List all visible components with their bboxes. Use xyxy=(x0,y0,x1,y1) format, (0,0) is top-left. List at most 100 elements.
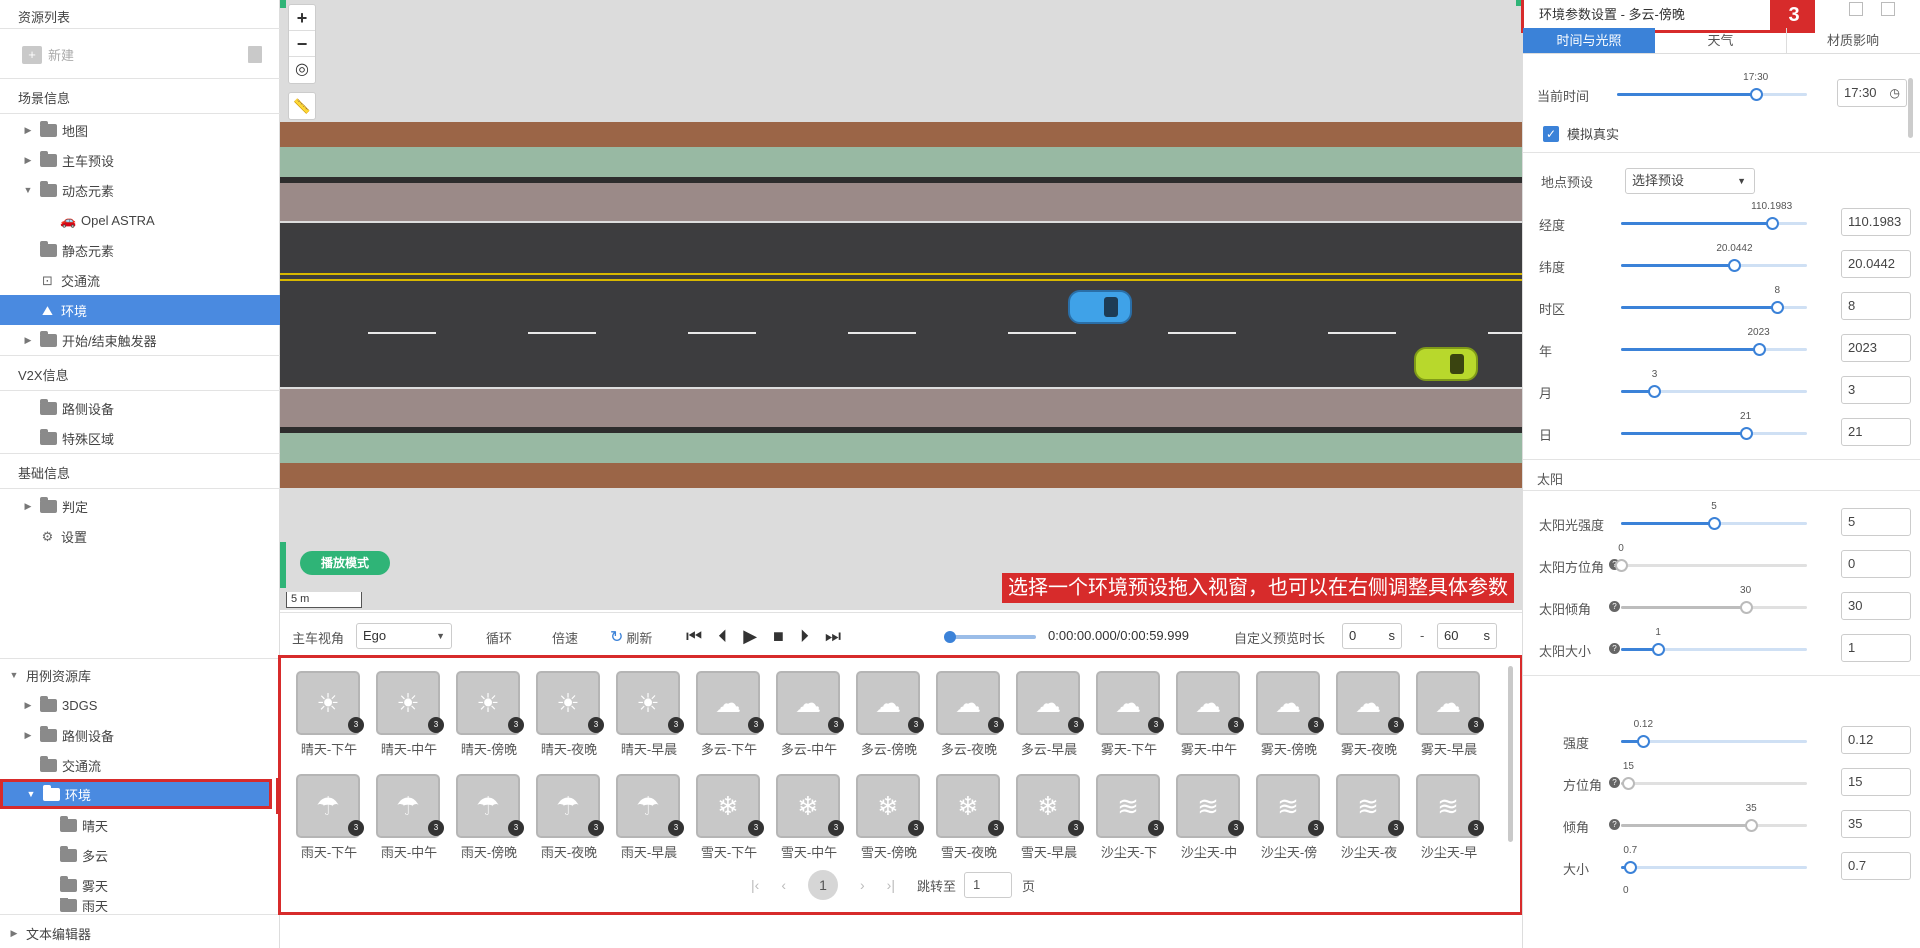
preset-tile[interactable]: ≋ 3 沙尘天-中 xyxy=(1176,774,1244,862)
tree-item-lib-traffic[interactable]: 交通流 xyxy=(0,750,280,780)
step-back-icon[interactable]: ⏴ xyxy=(718,626,727,647)
tab-time-light[interactable]: 时间与光照 xyxy=(1523,28,1655,53)
tab-material[interactable]: 材质影响 xyxy=(1787,28,1919,53)
caret-right-icon[interactable]: ▶ xyxy=(22,335,34,346)
preset-tile[interactable]: ❄ 3 雪天-傍晚 xyxy=(856,774,924,862)
preset-tile[interactable]: ☁ 3 雾天-夜晚 xyxy=(1336,671,1404,759)
param-slider[interactable]: 0.12 xyxy=(1621,719,1807,748)
preset-tile[interactable]: ☂ 3 雨天-夜晚 xyxy=(536,774,604,862)
preset-tile[interactable]: ☀ 3 晴天-早晨 xyxy=(616,671,684,759)
param-slider[interactable]: 0.7 xyxy=(1621,845,1807,874)
slider-knob[interactable] xyxy=(1708,517,1721,530)
param-input[interactable]: 15 xyxy=(1841,768,1911,796)
param-slider[interactable]: 0 xyxy=(1615,543,1807,572)
loop-button[interactable]: 循环 xyxy=(486,628,512,647)
param-input[interactable]: 3 xyxy=(1841,376,1911,404)
skip-start-icon[interactable]: ⏮ xyxy=(686,626,702,647)
tree-item-environment[interactable]: ⛰ 环境 xyxy=(0,295,280,325)
tree-item-opel[interactable]: 🚗 Opel ASTRA xyxy=(0,205,280,235)
zoom-in-button[interactable]: + xyxy=(289,5,315,31)
tree-item-fog[interactable]: 雾天 xyxy=(0,870,280,900)
checkbox-checked-icon[interactable]: ✓ xyxy=(1543,125,1559,142)
location-select[interactable]: 选择预设 ▼ xyxy=(1625,168,1755,194)
preset-tile[interactable]: ❄ 3 雪天-夜晚 xyxy=(936,774,1004,862)
caret-right-icon[interactable]: ▶ xyxy=(22,501,34,512)
param-input[interactable]: 21 xyxy=(1841,418,1911,446)
param-input[interactable]: 30 xyxy=(1841,592,1911,620)
caret-right-icon[interactable]: ▶ xyxy=(22,700,34,711)
current-time-slider[interactable]: 17:30 xyxy=(1617,72,1807,101)
caret-down-icon[interactable]: ▼ xyxy=(22,185,34,195)
param-input[interactable]: 8 xyxy=(1841,292,1911,320)
zoom-out-button[interactable]: − xyxy=(289,31,315,57)
param-slider[interactable]: 110.1983 xyxy=(1621,201,1807,230)
tree-item-static[interactable]: 静态元素 xyxy=(0,235,280,265)
param-input[interactable]: 0 xyxy=(1841,550,1911,578)
preset-tile[interactable]: ☀ 3 晴天-下午 xyxy=(296,671,364,759)
stop-icon[interactable]: ■ xyxy=(773,626,784,647)
preset-tile[interactable]: ☁ 3 多云-早晨 xyxy=(1016,671,1084,759)
slider-knob[interactable] xyxy=(1652,643,1666,656)
preset-tile[interactable]: ❄ 3 雪天-下午 xyxy=(696,774,764,862)
slider-knob[interactable] xyxy=(1771,301,1785,314)
export-icon[interactable] xyxy=(1881,2,1895,16)
npc-vehicle[interactable] xyxy=(1414,347,1478,381)
preset-tile[interactable]: ☁ 3 多云-中午 xyxy=(776,671,844,759)
refresh-button[interactable]: ↻ 刷新 xyxy=(610,627,652,647)
ruler-icon[interactable]: 📏 xyxy=(288,92,316,120)
tree-item-traffic[interactable]: ⊡ 交通流 xyxy=(0,265,280,295)
help-icon[interactable]: ? xyxy=(1609,601,1620,612)
tree-item-lib-environment[interactable]: ▼ 环境 xyxy=(0,779,272,809)
param-slider[interactable]: 2023 xyxy=(1621,327,1807,356)
tree-item-sunny[interactable]: 晴天 xyxy=(0,810,280,840)
first-page-icon[interactable]: |‹ xyxy=(751,877,759,893)
param-slider[interactable]: 8 xyxy=(1621,285,1807,314)
caret-right-icon[interactable]: ▶ xyxy=(8,928,20,939)
speed-button[interactable]: 倍速 xyxy=(552,628,578,647)
preset-tile[interactable]: ☁ 3 多云-下午 xyxy=(696,671,764,759)
prev-page-icon[interactable]: ‹ xyxy=(781,877,786,893)
ego-select[interactable]: Ego ▼ xyxy=(356,623,452,649)
param-slider[interactable]: 21 xyxy=(1621,411,1807,440)
tree-item-dynamic[interactable]: ▼ 动态元素 xyxy=(0,175,280,205)
panel-scrollbar[interactable] xyxy=(1908,78,1913,138)
param-slider[interactable]: 20.0442 xyxy=(1621,243,1807,272)
preset-tile[interactable]: ☂ 3 雨天-下午 xyxy=(296,774,364,862)
preset-tile[interactable]: ☀ 3 晴天-傍晚 xyxy=(456,671,524,759)
caret-right-icon[interactable]: ▶ xyxy=(22,730,34,741)
preset-tile[interactable]: ☂ 3 雨天-中午 xyxy=(376,774,444,862)
preset-tile[interactable]: ☀ 3 晴天-夜晚 xyxy=(536,671,604,759)
slider-knob[interactable] xyxy=(1752,343,1766,356)
step-forward-icon[interactable]: ⏵ xyxy=(800,626,809,647)
preset-tile[interactable]: ❄ 3 雪天-中午 xyxy=(776,774,844,862)
preset-tile[interactable]: ☁ 3 雾天-早晨 xyxy=(1416,671,1484,759)
timeline-slider[interactable] xyxy=(944,631,1036,643)
tree-item-judge[interactable]: ▶ 判定 xyxy=(0,491,280,521)
preset-tile[interactable]: ☁ 3 雾天-下午 xyxy=(1096,671,1164,759)
param-slider[interactable]: 1 xyxy=(1621,627,1807,656)
tree-item-ego-preset[interactable]: ▶ 主车预设 xyxy=(0,145,280,175)
tree-item-lib-roadside[interactable]: ▶ 路侧设备 xyxy=(0,720,280,750)
skip-end-icon[interactable]: ⏭ xyxy=(825,626,841,647)
tree-item-special-area[interactable]: 特殊区域 xyxy=(0,423,280,453)
caret-right-icon[interactable]: ▶ xyxy=(22,125,34,136)
help-icon[interactable]: ? xyxy=(1609,643,1620,654)
param-input[interactable]: 2023 xyxy=(1841,334,1911,362)
slider-knob[interactable] xyxy=(1637,735,1651,748)
slider-knob[interactable] xyxy=(1648,385,1662,398)
slider-knob[interactable] xyxy=(1749,88,1763,101)
timeline-knob[interactable] xyxy=(944,631,956,643)
new-button[interactable]: + 新建 xyxy=(22,45,74,64)
case-library-header[interactable]: ▼ 用例资源库 xyxy=(0,660,280,690)
preset-tile[interactable]: ☂ 3 雨天-早晨 xyxy=(616,774,684,862)
slider-knob[interactable] xyxy=(1765,217,1779,230)
text-editor-header[interactable]: ▶ 文本编辑器 xyxy=(0,918,280,948)
slider-knob[interactable] xyxy=(1615,559,1628,572)
jump-input[interactable]: 1 xyxy=(963,872,1012,898)
help-icon[interactable]: ? xyxy=(1609,777,1620,788)
tree-item-map[interactable]: ▶ 地图 xyxy=(0,115,280,145)
preset-tile[interactable]: ☁ 3 多云-夜晚 xyxy=(936,671,1004,759)
tree-item-roadside[interactable]: 路侧设备 xyxy=(0,393,280,423)
slider-knob[interactable] xyxy=(1745,819,1759,832)
preset-tile[interactable]: ☁ 3 雾天-傍晚 xyxy=(1256,671,1324,759)
